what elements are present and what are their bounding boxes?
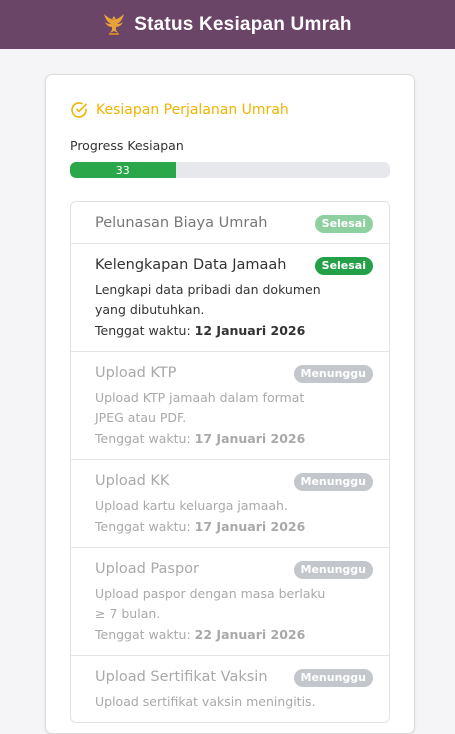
due-date-value: 17 Januari 2026	[194, 431, 306, 446]
check-circle-icon	[71, 102, 87, 118]
step-item[interactable]: Upload Paspor Menunggu Upload paspor denga…	[71, 548, 389, 656]
step-description: Upload paspor dengan masa berlaku ≥ 7 bu…	[95, 586, 326, 621]
step-item[interactable]: Upload KTP Menunggu Upload KTP jamaah dala…	[71, 352, 389, 460]
status-badge: Menunggu	[293, 365, 373, 383]
steps-list: Pelunasan Biaya Umrah Selesai Kelengkapan …	[70, 201, 390, 723]
step-description: Upload sertifikat vaksin meningitis.	[95, 694, 316, 709]
due-date-value: 12 Januari 2026	[194, 323, 306, 338]
progress-fill: 33	[70, 162, 176, 178]
status-badge: Selesai	[314, 215, 373, 233]
due-label: Tenggat waktu:	[95, 519, 191, 534]
card-title: Kesiapan Perjalanan Umrah	[70, 101, 390, 119]
app-header: Status Kesiapan Umrah	[0, 0, 455, 49]
step-item[interactable]: Kelengkapan Data Jamaah Selesai Lengkapi d…	[71, 244, 389, 352]
step-description: Upload kartu keluarga jamaah.	[95, 498, 288, 513]
step-item[interactable]: Pelunasan Biaya Umrah Selesai	[71, 202, 389, 244]
step-description: Upload KTP jamaah dalam format JPEG atau…	[95, 390, 305, 425]
step-item[interactable]: Upload Sertifikat Vaksin Menunggu Upload s…	[71, 656, 389, 722]
step-due-date: Tenggat waktu: 17 Januari 2026	[95, 517, 365, 537]
garuda-emblem-icon	[103, 13, 125, 37]
due-label: Tenggat waktu:	[95, 627, 191, 642]
card-title-text: Kesiapan Perjalanan Umrah	[96, 102, 289, 118]
due-label: Tenggat waktu:	[95, 323, 191, 338]
status-badge: Menunggu	[293, 473, 373, 491]
status-badge: Menunggu	[293, 669, 373, 687]
status-badge: Selesai	[314, 257, 373, 275]
step-due-date: Tenggat waktu: 12 Januari 2026	[95, 321, 365, 341]
page-title: Status Kesiapan Umrah	[134, 13, 352, 35]
progress-bar: 33	[70, 162, 390, 178]
progress-label: Progress Kesiapan	[70, 138, 184, 153]
due-date-value: 22 Januari 2026	[194, 627, 306, 642]
due-date-value: 17 Januari 2026	[194, 519, 306, 534]
step-due-date: Tenggat waktu: 17 Januari 2026	[95, 429, 365, 449]
status-badge: Menunggu	[293, 561, 373, 579]
due-label: Tenggat waktu:	[95, 431, 191, 446]
readiness-card: Kesiapan Perjalanan Umrah Progress Kesia…	[45, 74, 415, 734]
step-item[interactable]: Upload KK Menunggu Upload kartu keluarga j…	[71, 460, 389, 548]
step-due-date: Tenggat waktu: 22 Januari 2026	[95, 625, 365, 645]
step-description: Lengkapi data pribadi dan dokumen yang d…	[95, 282, 321, 317]
